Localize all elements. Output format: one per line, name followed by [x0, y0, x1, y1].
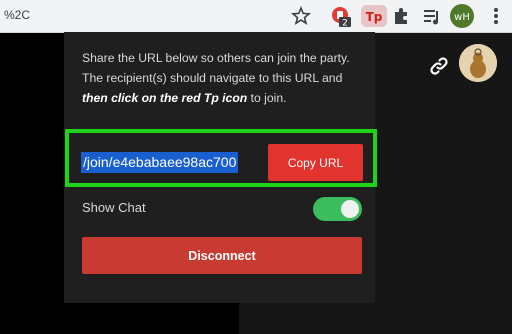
avatar[interactable]: [459, 44, 497, 82]
party-popup: Share the URL below so others can join t…: [64, 32, 377, 303]
address-bar-text[interactable]: %2C: [4, 8, 30, 22]
party-url-field[interactable]: /join/e4ebabaee98ac700: [81, 152, 239, 173]
page-background-bottom-right: [239, 303, 375, 334]
extension-icon[interactable]: 2: [330, 5, 352, 29]
bookmark-star-icon[interactable]: [290, 5, 312, 27]
page-background-left: [0, 33, 64, 334]
browser-toolbar: %2C 2 Tp wH: [0, 0, 512, 33]
disconnect-button[interactable]: Disconnect: [82, 237, 362, 274]
page-background-right: [375, 33, 512, 334]
teleparty-extension-icon[interactable]: Tp: [361, 5, 387, 27]
share-instructions: Share the URL below so others can join t…: [82, 51, 350, 105]
notification-badge: 2: [342, 19, 348, 28]
link-icon[interactable]: [428, 55, 450, 77]
more-menu-icon[interactable]: [485, 5, 507, 27]
share-instructions-emphasis: then click on the red Tp icon: [82, 91, 248, 105]
svg-text:Tp: Tp: [366, 10, 383, 24]
extensions-puzzle-icon[interactable]: [390, 5, 412, 27]
svg-text:wH: wH: [454, 12, 470, 23]
profile-chip[interactable]: wH: [450, 4, 474, 28]
toggle-knob: [341, 200, 359, 218]
copy-url-button[interactable]: Copy URL: [268, 144, 363, 181]
page-background-bottom: [64, 303, 239, 334]
show-chat-toggle[interactable]: [313, 197, 362, 221]
show-chat-label: Show Chat: [82, 200, 146, 215]
media-control-icon[interactable]: [421, 5, 443, 27]
